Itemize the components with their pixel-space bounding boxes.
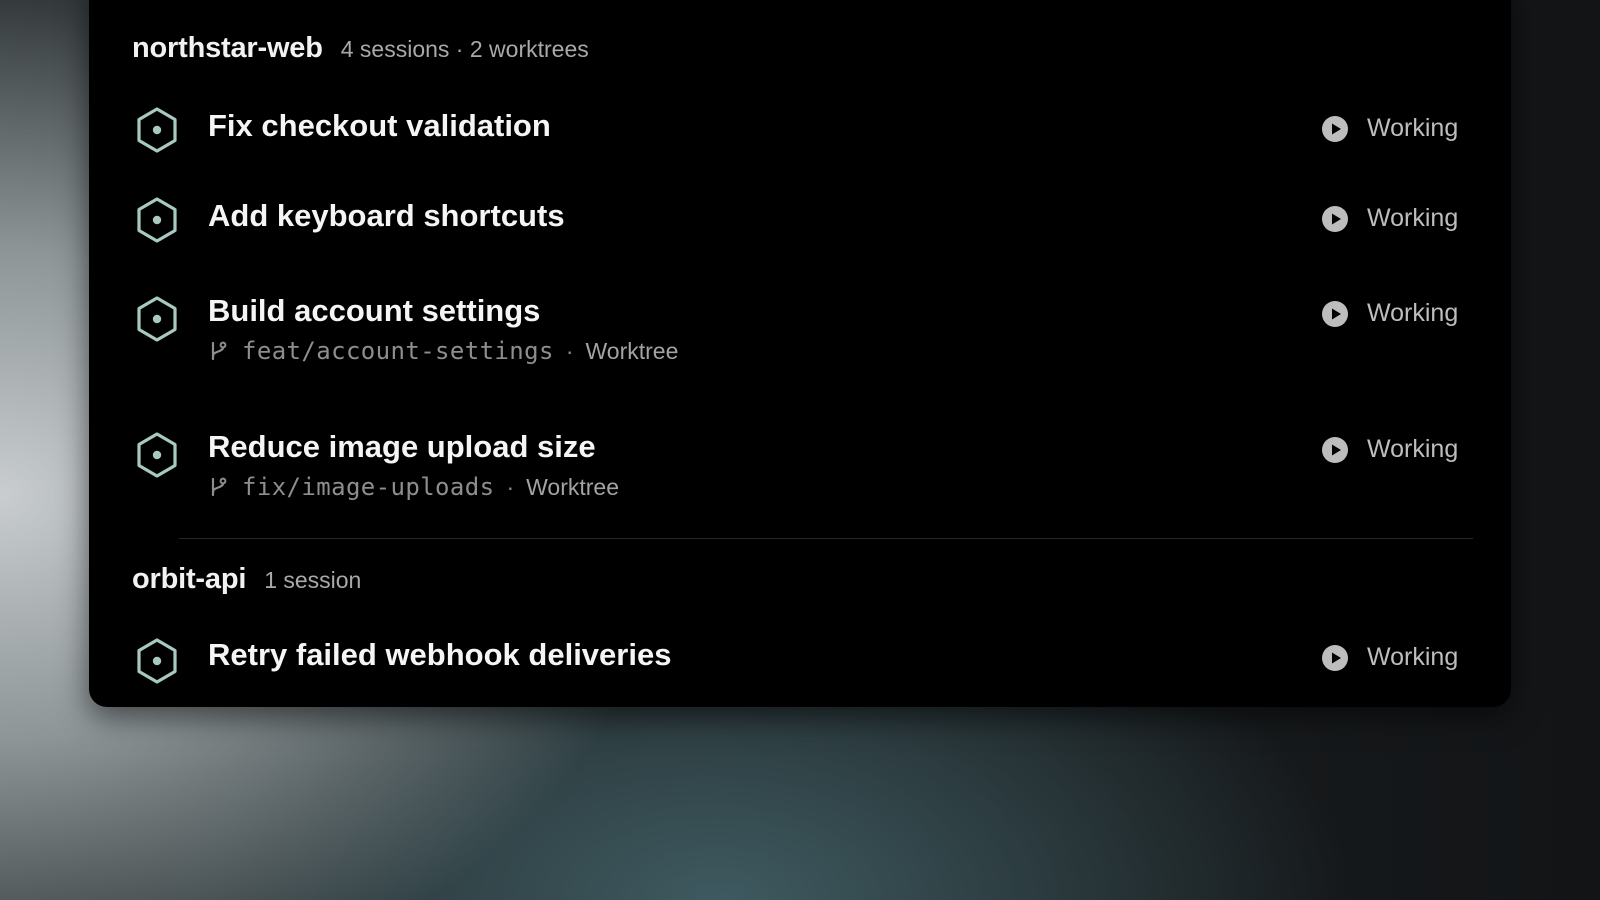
separator: ·	[506, 473, 515, 500]
session-row[interactable]: Build account settings feat/account-sett…	[89, 293, 1511, 405]
play-circle-icon	[1322, 644, 1348, 671]
session-title: Fix checkout validation	[208, 108, 551, 143]
worktree-info: feat/account-settings · Worktree	[208, 337, 678, 365]
group-meta: 4 sessions · 2 worktrees	[340, 36, 589, 62]
worktree-label: Worktree	[585, 337, 679, 364]
branch-name: fix/image-uploads	[242, 473, 495, 501]
status-badge: Working	[1321, 435, 1458, 464]
status-badge: Working	[1321, 114, 1458, 143]
hexagon-dot-icon	[137, 638, 177, 684]
git-branch-icon	[211, 341, 227, 361]
status-label: Working	[1367, 204, 1459, 232]
play-circle-icon	[1322, 436, 1348, 463]
session-title: Add keyboard shortcuts	[208, 198, 565, 233]
session-title: Retry failed webhook deliveries	[208, 637, 672, 672]
session-row[interactable]: Reduce image upload size fix/image-uploa…	[89, 429, 1511, 531]
session-title: Reduce image upload size	[208, 429, 596, 464]
group-header-northstar-web: northstar-web 4 sessions · 2 worktrees	[132, 32, 589, 65]
group-name: orbit-api	[132, 563, 247, 595]
session-row[interactable]: Add keyboard shortcuts Working	[89, 196, 1511, 276]
group-name: northstar-web	[132, 32, 323, 64]
worktree-info: fix/image-uploads · Worktree	[208, 473, 619, 501]
play-circle-icon	[1322, 300, 1348, 327]
session-row[interactable]: Fix checkout validation Working	[89, 106, 1511, 186]
hexagon-dot-icon	[137, 197, 177, 243]
hexagon-dot-icon	[137, 432, 177, 478]
play-circle-icon	[1322, 115, 1348, 142]
play-circle-icon	[1322, 205, 1348, 232]
hexagon-dot-icon	[137, 296, 177, 342]
group-meta: 1 session	[264, 567, 362, 593]
group-header-orbit-api: orbit-api 1 session	[132, 563, 361, 596]
status-label: Working	[1367, 643, 1459, 671]
status-label: Working	[1367, 299, 1459, 327]
branch-name: feat/account-settings	[242, 337, 554, 365]
status-label: Working	[1367, 435, 1459, 463]
session-title: Build account settings	[208, 293, 541, 328]
group-divider	[179, 538, 1473, 539]
separator: ·	[565, 337, 574, 364]
session-row[interactable]: Retry failed webhook deliveries Working	[89, 637, 1511, 697]
status-badge: Working	[1321, 204, 1458, 233]
status-label: Working	[1367, 114, 1459, 142]
git-branch-icon	[211, 477, 227, 497]
hexagon-dot-icon	[137, 107, 177, 153]
sessions-panel: northstar-web 4 sessions · 2 worktrees F…	[89, 0, 1511, 707]
status-badge: Working	[1321, 643, 1458, 672]
worktree-label: Worktree	[526, 473, 619, 500]
status-badge: Working	[1321, 299, 1458, 328]
